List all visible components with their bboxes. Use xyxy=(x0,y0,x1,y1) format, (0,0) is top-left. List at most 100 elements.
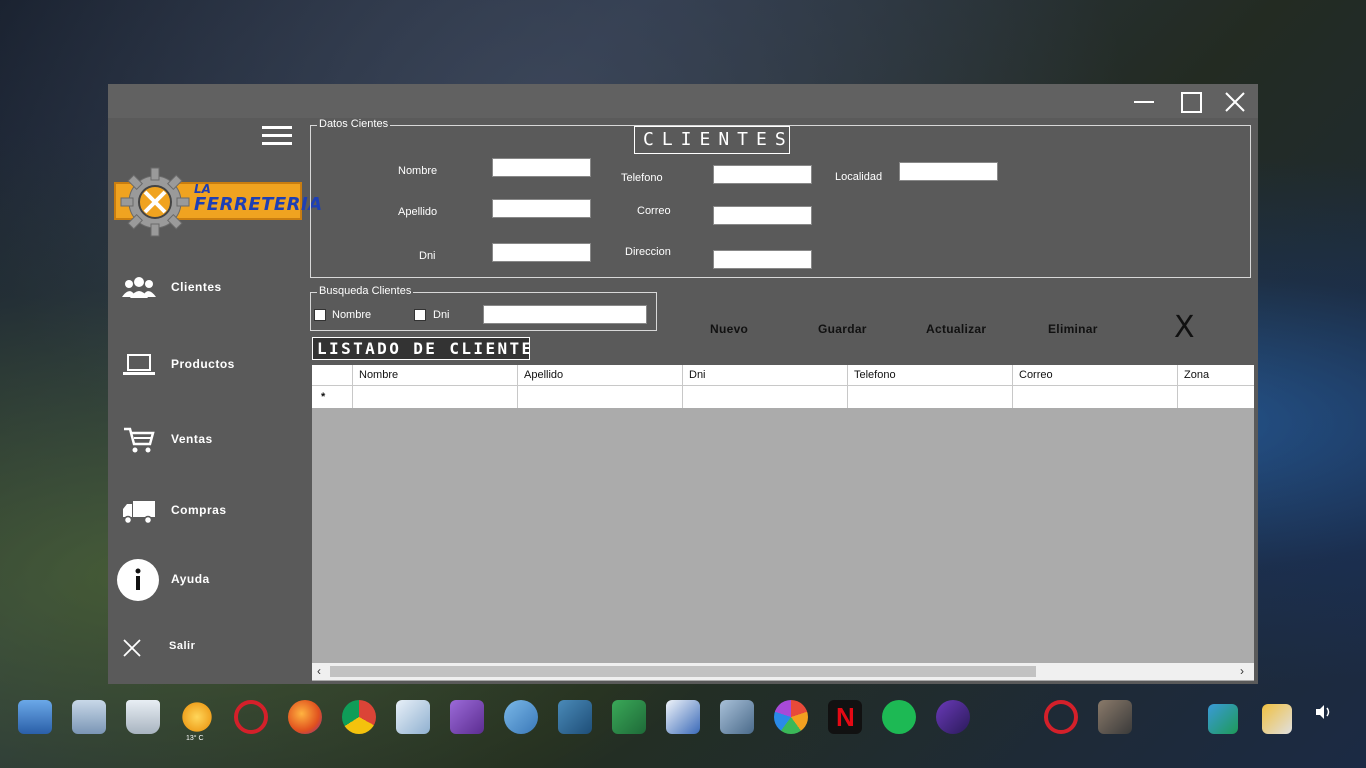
table-cell[interactable] xyxy=(683,386,848,408)
app-window: LA FERRETERIA Clientes Productos Ventas … xyxy=(108,84,1258,684)
film-icon[interactable] xyxy=(1098,700,1132,734)
folder-icon[interactable] xyxy=(72,700,106,734)
firefox-icon[interactable] xyxy=(288,700,322,734)
close-form-button[interactable]: X xyxy=(1174,310,1195,345)
logo-text-ferreteria: FERRETERIA xyxy=(194,194,323,215)
mysql-icon[interactable] xyxy=(558,700,592,734)
correo-label: Correo xyxy=(637,205,671,217)
info-icon xyxy=(117,559,159,601)
visual-studio-icon[interactable] xyxy=(450,700,484,734)
column-header[interactable]: Dni xyxy=(683,365,848,385)
truck-icon xyxy=(123,501,155,525)
sidebar-item-label: Ventas xyxy=(171,432,213,446)
scrollbar-thumb[interactable] xyxy=(330,666,1036,677)
cube-icon[interactable] xyxy=(396,700,430,734)
sidebar-item-label: Productos xyxy=(171,357,235,371)
opera-icon[interactable] xyxy=(1044,700,1078,734)
table-cell[interactable] xyxy=(353,386,518,408)
spotify-icon[interactable] xyxy=(882,700,916,734)
sidebar: LA FERRETERIA Clientes Productos Ventas … xyxy=(108,118,322,684)
sidebar-item-label: Compras xyxy=(171,503,227,517)
guardar-button[interactable]: Guardar xyxy=(818,322,867,336)
close-icon xyxy=(123,639,141,657)
actualizar-button[interactable]: Actualizar xyxy=(926,322,986,336)
column-header[interactable]: Apellido xyxy=(518,365,683,385)
opera-icon[interactable] xyxy=(234,700,268,734)
table-cell[interactable] xyxy=(848,386,1013,408)
new-row-marker: * xyxy=(312,386,353,408)
sidebar-item-clientes[interactable]: Clientes xyxy=(108,266,308,310)
sidebar-item-productos[interactable]: Productos xyxy=(108,343,308,387)
column-header[interactable]: Nombre xyxy=(353,365,518,385)
apellido-field[interactable] xyxy=(492,199,591,218)
column-header[interactable]: Zona xyxy=(1178,365,1254,385)
scroll-left-icon[interactable]: ‹ xyxy=(317,664,321,678)
group-title: Datos Cientes xyxy=(317,118,391,130)
nuevo-button[interactable]: Nuevo xyxy=(710,322,748,336)
direccion-field[interactable] xyxy=(713,250,812,269)
localidad-label: Localidad xyxy=(835,171,883,183)
sidebar-item-label: Salir xyxy=(169,640,196,652)
visio-icon[interactable] xyxy=(666,700,700,734)
close-icon xyxy=(1225,92,1245,112)
direccion-label: Direccion xyxy=(625,246,671,258)
gear-icon xyxy=(120,167,190,237)
column-header[interactable]: Telefono xyxy=(848,365,1013,385)
maximize-button[interactable] xyxy=(1170,88,1210,116)
dni-checkbox-label: Dni xyxy=(433,309,450,321)
users-icon xyxy=(122,277,156,298)
nombre-field[interactable] xyxy=(492,158,591,177)
search-input[interactable] xyxy=(483,305,647,324)
finder-icon[interactable] xyxy=(18,700,52,734)
listado-title: LISTADO DE CLIENTES xyxy=(312,337,530,360)
table-cell[interactable] xyxy=(518,386,683,408)
weather-temp: 13° C xyxy=(186,735,204,742)
camera-aperture-icon[interactable] xyxy=(774,700,808,734)
sidebar-item-label: Clientes xyxy=(171,280,222,294)
correo-field[interactable] xyxy=(713,206,812,225)
telefono-field[interactable] xyxy=(713,165,812,184)
localidad-field[interactable] xyxy=(899,162,998,181)
sidebar-item-salir[interactable]: Salir xyxy=(108,626,308,670)
battery-wifi-icon[interactable] xyxy=(1262,704,1292,734)
trash-icon[interactable] xyxy=(126,700,160,734)
dni-label: Dni xyxy=(419,250,436,262)
hamburger-menu-icon[interactable] xyxy=(262,126,294,150)
column-header[interactable]: Correo xyxy=(1013,365,1178,385)
weather-icon[interactable] xyxy=(180,700,214,734)
tray-icons[interactable] xyxy=(1208,704,1238,734)
coffee-icon[interactable] xyxy=(936,700,970,734)
dni-checkbox[interactable] xyxy=(414,309,426,321)
volume-icon[interactable] xyxy=(1314,704,1334,720)
sidebar-item-ventas[interactable]: Ventas xyxy=(108,418,308,462)
table-cell[interactable] xyxy=(1178,386,1254,408)
eliminar-button[interactable]: Eliminar xyxy=(1048,322,1098,336)
nombre-checkbox-label: Nombre xyxy=(332,309,372,321)
sidebar-item-compras[interactable]: Compras xyxy=(108,489,308,533)
close-window-button[interactable] xyxy=(1215,88,1255,116)
table-row[interactable]: * xyxy=(312,386,1254,408)
clientes-grid[interactable]: Nombre Apellido Dni Telefono Correo Zona… xyxy=(312,365,1254,681)
title-bar[interactable] xyxy=(108,84,1258,118)
minimize-button[interactable] xyxy=(1124,88,1164,116)
dni-field[interactable] xyxy=(492,243,591,262)
nombre-checkbox[interactable] xyxy=(314,309,326,321)
table-cell[interactable] xyxy=(1013,386,1178,408)
scroll-right-icon[interactable]: › xyxy=(1240,664,1244,678)
netflix-icon[interactable]: N xyxy=(828,700,862,734)
network-icon[interactable] xyxy=(612,700,646,734)
sidebar-item-ayuda[interactable]: Ayuda xyxy=(108,558,308,602)
dolphin-icon[interactable] xyxy=(504,700,538,734)
virtualbox-icon[interactable] xyxy=(720,700,754,734)
telefono-label: Telefono xyxy=(621,172,663,184)
cart-icon xyxy=(124,427,155,453)
chrome-icon[interactable] xyxy=(342,700,376,734)
apellido-label: Apellido xyxy=(398,206,438,218)
nombre-label: Nombre xyxy=(398,165,438,177)
horizontal-scrollbar[interactable]: ‹ › xyxy=(312,663,1254,680)
page-title: CLIENTES xyxy=(634,126,790,154)
laptop-icon xyxy=(123,354,155,375)
sidebar-item-label: Ayuda xyxy=(171,572,210,586)
taskbar: 13° C N xyxy=(0,690,1366,768)
row-header-corner xyxy=(312,365,353,385)
